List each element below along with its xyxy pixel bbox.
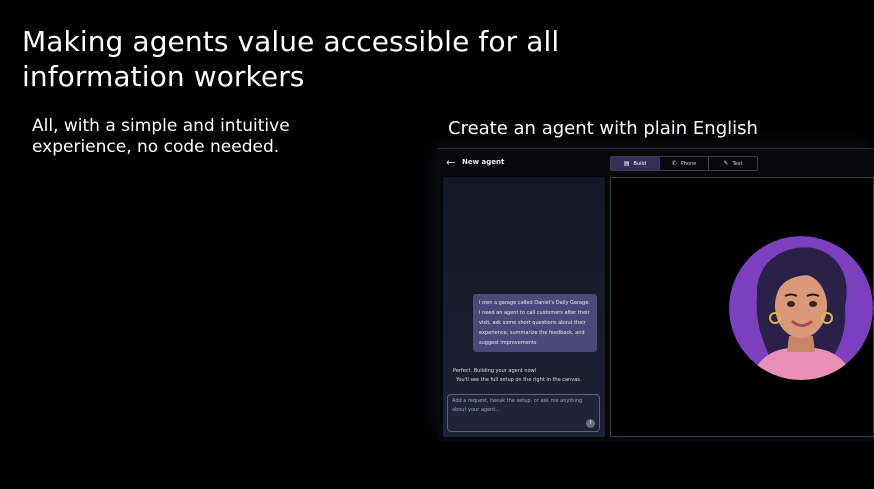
tab-phone[interactable]: ✆ Phone [660, 157, 709, 170]
build-icon: ▤ [623, 160, 630, 167]
tab-phone-label: Phone [680, 160, 697, 167]
avatar-illustration [729, 236, 873, 380]
test-icon: ✎ [723, 160, 729, 167]
tab-build[interactable]: ▤ Build [611, 157, 660, 170]
chat-input[interactable]: Add a request, tweak the setup, or ask m… [447, 394, 600, 432]
agent-reply-line1: Perfect. Building your agent now! [453, 368, 537, 374]
send-icon[interactable]: ↑ [586, 419, 595, 428]
agent-avatar [729, 236, 873, 380]
screenshot-caption: Create an agent with plain English [448, 118, 758, 139]
tab-build-label: Build [633, 160, 647, 167]
tab-test-label: Test [732, 160, 743, 167]
slide-subline: All, with a simple and intuitive experie… [32, 116, 290, 157]
arrow-left-icon[interactable]: ← [446, 156, 455, 169]
slide-headline: Making agents value accessible for all i… [22, 25, 560, 93]
agent-builder-window: ← New agent ▤ Build ✆ Phone ✎ Test I own… [438, 148, 874, 441]
user-message-bubble: I own a garage called Daniel's Daily Gar… [473, 294, 597, 352]
mode-tabs: ▤ Build ✆ Phone ✎ Test [610, 156, 758, 171]
chat-input-placeholder: Add a request, tweak the setup, or ask m… [452, 398, 583, 413]
phone-icon: ✆ [671, 160, 677, 167]
page-title: New agent [462, 158, 505, 166]
tab-test[interactable]: ✎ Test [709, 157, 757, 170]
agent-canvas [610, 177, 874, 437]
chat-panel: I own a garage called Daniel's Daily Gar… [443, 177, 605, 437]
agent-reply-line2: You'll see the full setup on the right i… [456, 377, 582, 383]
top-bar: ← New agent ▤ Build ✆ Phone ✎ Test [438, 149, 874, 177]
agent-reply: Perfect. Building your agent now! You'll… [453, 367, 603, 385]
